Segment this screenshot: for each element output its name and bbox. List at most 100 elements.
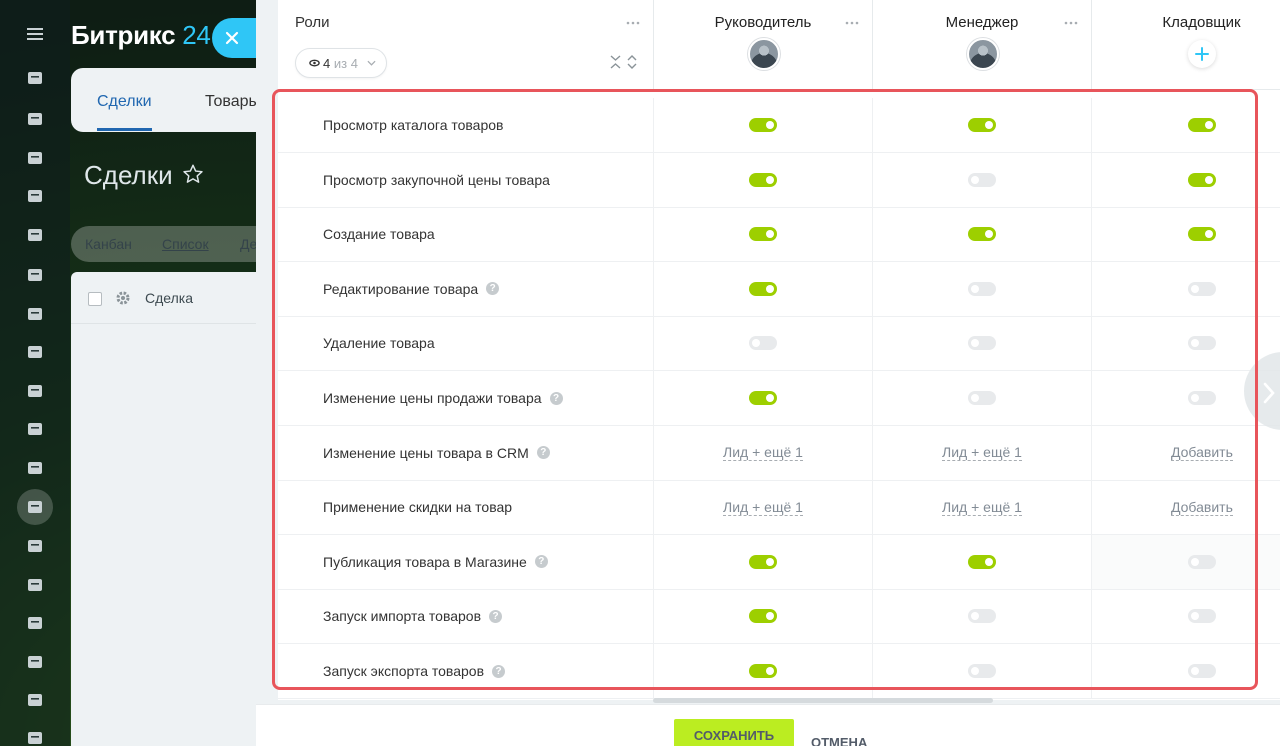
permission-toggle[interactable] <box>968 172 996 187</box>
scope-link[interactable]: Лид + ещё 1 <box>942 499 1022 516</box>
permission-toggle[interactable] <box>749 554 777 569</box>
help-icon[interactable]: ? <box>486 282 500 296</box>
permission-toggle[interactable] <box>1188 609 1216 624</box>
more-icon[interactable] <box>845 13 859 25</box>
planner-icon[interactable] <box>23 534 47 558</box>
close-slider-button[interactable] <box>212 18 256 58</box>
permission-label: Запуск экспорта товаров? <box>323 644 505 698</box>
target-icon[interactable] <box>23 611 47 635</box>
permission-scope: Лид + ещё 1 <box>654 426 872 480</box>
permission-label: Применение скидки на товар <box>323 480 512 534</box>
view-list[interactable]: Список <box>162 236 209 252</box>
permission-toggle[interactable] <box>1188 336 1216 351</box>
collapse-icon[interactable] <box>610 55 621 69</box>
permission-toggle[interactable] <box>1188 118 1216 132</box>
chat-icon[interactable] <box>23 146 47 170</box>
permission-toggle[interactable] <box>968 336 996 351</box>
permission-toggle[interactable] <box>968 227 996 242</box>
help-icon[interactable]: ? <box>492 664 505 678</box>
view-other[interactable]: Де <box>240 236 257 252</box>
add-scope-link[interactable]: Добавить <box>1171 499 1233 516</box>
permission-toggle[interactable] <box>1188 391 1216 405</box>
cancel-button[interactable]: ОТМЕНА <box>811 735 867 746</box>
add-member-button[interactable] <box>1188 40 1216 68</box>
select-all-checkbox[interactable] <box>88 292 102 306</box>
menu-icon[interactable] <box>23 22 47 46</box>
sort-icon[interactable] <box>627 55 637 69</box>
view-kanban[interactable]: Канбан <box>85 236 132 252</box>
permission-toggle[interactable] <box>1188 281 1216 296</box>
calendar-icon[interactable] <box>23 223 47 247</box>
help-icon[interactable]: ? <box>534 555 548 569</box>
permission-toggle[interactable] <box>968 118 996 132</box>
avatar[interactable] <box>967 38 999 70</box>
roles-filter-pill[interactable]: 4 из 4 <box>295 48 387 78</box>
activity-icon[interactable] <box>23 66 47 90</box>
role-header-storekeeper: Кладовщик <box>1092 0 1280 90</box>
permission-label: Создание товара <box>323 207 435 261</box>
permission-toggle[interactable] <box>749 227 777 242</box>
permission-toggle[interactable] <box>968 609 996 624</box>
help-icon[interactable]: ? <box>549 391 563 405</box>
permission-value-cell <box>1092 534 1280 589</box>
view-switcher: Канбан Список Де <box>71 226 271 262</box>
feed-icon[interactable] <box>23 107 47 131</box>
more-icon[interactable] <box>626 13 640 25</box>
group-icon[interactable] <box>23 417 47 441</box>
permission-value-cell: Лид + ещё 1 <box>654 480 873 535</box>
permission-value-cell <box>873 589 1092 644</box>
star-icon[interactable] <box>182 163 204 185</box>
pencil-icon[interactable] <box>23 726 47 746</box>
table-header: Роли 4 из 4 Руководитель Менеджер Кладов… <box>278 0 1280 90</box>
role-header-manager: Менеджер <box>873 0 1092 90</box>
more-icon[interactable] <box>1064 13 1078 25</box>
permission-toggle[interactable] <box>968 391 996 405</box>
permission-value-cell <box>654 261 873 316</box>
permission-toggle[interactable] <box>749 391 777 405</box>
horizontal-scrollbar[interactable] <box>653 698 993 703</box>
tasks-icon[interactable] <box>23 456 47 480</box>
permission-name-cell: Изменение цены товара в CRM? <box>278 425 654 480</box>
permission-scope: Лид + ещё 1 <box>654 480 872 534</box>
save-button[interactable]: СОХРАНИТЬ <box>674 719 794 746</box>
scope-link[interactable]: Лид + ещё 1 <box>723 444 803 462</box>
eye-icon <box>309 59 320 67</box>
tab-deals[interactable]: Сделки <box>97 93 152 111</box>
help-icon[interactable]: ? <box>489 609 503 623</box>
permission-toggle[interactable] <box>1188 172 1216 187</box>
permission-toggle[interactable] <box>749 664 777 678</box>
permission-label-text: Применение скидки на товар <box>323 499 513 516</box>
help-icon[interactable]: ? <box>536 446 550 460</box>
permission-toggle[interactable] <box>749 336 777 351</box>
presentation-icon[interactable] <box>23 302 47 326</box>
permission-value-cell <box>873 644 1092 698</box>
document-icon[interactable] <box>23 263 47 287</box>
permission-toggle[interactable] <box>749 281 777 296</box>
permission-toggle[interactable] <box>968 664 996 678</box>
drive-icon[interactable] <box>23 340 47 364</box>
tab-products[interactable]: Товары <box>205 93 260 111</box>
add-scope-link[interactable]: Добавить <box>1171 444 1233 462</box>
permission-toggle[interactable] <box>1188 664 1216 678</box>
permission-scope: Добавить <box>1092 480 1280 534</box>
brand-logo: Битрикс 24 <box>71 20 211 50</box>
store-icon[interactable] <box>23 573 47 597</box>
hexagon-icon[interactable] <box>23 184 47 208</box>
permission-toggle[interactable] <box>749 172 777 187</box>
permission-toggle[interactable] <box>968 281 996 296</box>
scope-link[interactable]: Лид + ещё 1 <box>942 444 1022 462</box>
permission-toggle[interactable] <box>749 118 777 132</box>
permission-toggle[interactable] <box>1188 227 1216 242</box>
crm-funnel-icon[interactable] <box>17 489 53 525</box>
permission-toggle[interactable] <box>749 609 777 624</box>
permission-toggle[interactable] <box>968 554 996 569</box>
permissions-slider: Роли 4 из 4 Руководитель Менеджер Кладов… <box>256 0 1280 746</box>
shop-cart-icon[interactable] <box>23 650 47 674</box>
table-row: Запуск экспорта товаров? <box>278 644 1280 699</box>
scope-link[interactable]: Лид + ещё 1 <box>723 499 803 516</box>
permission-toggle[interactable] <box>1188 554 1216 569</box>
avatar[interactable] <box>748 38 780 70</box>
mail-icon[interactable] <box>23 379 47 403</box>
edit-doc-icon[interactable] <box>23 688 47 712</box>
gear-icon[interactable] <box>115 290 131 306</box>
